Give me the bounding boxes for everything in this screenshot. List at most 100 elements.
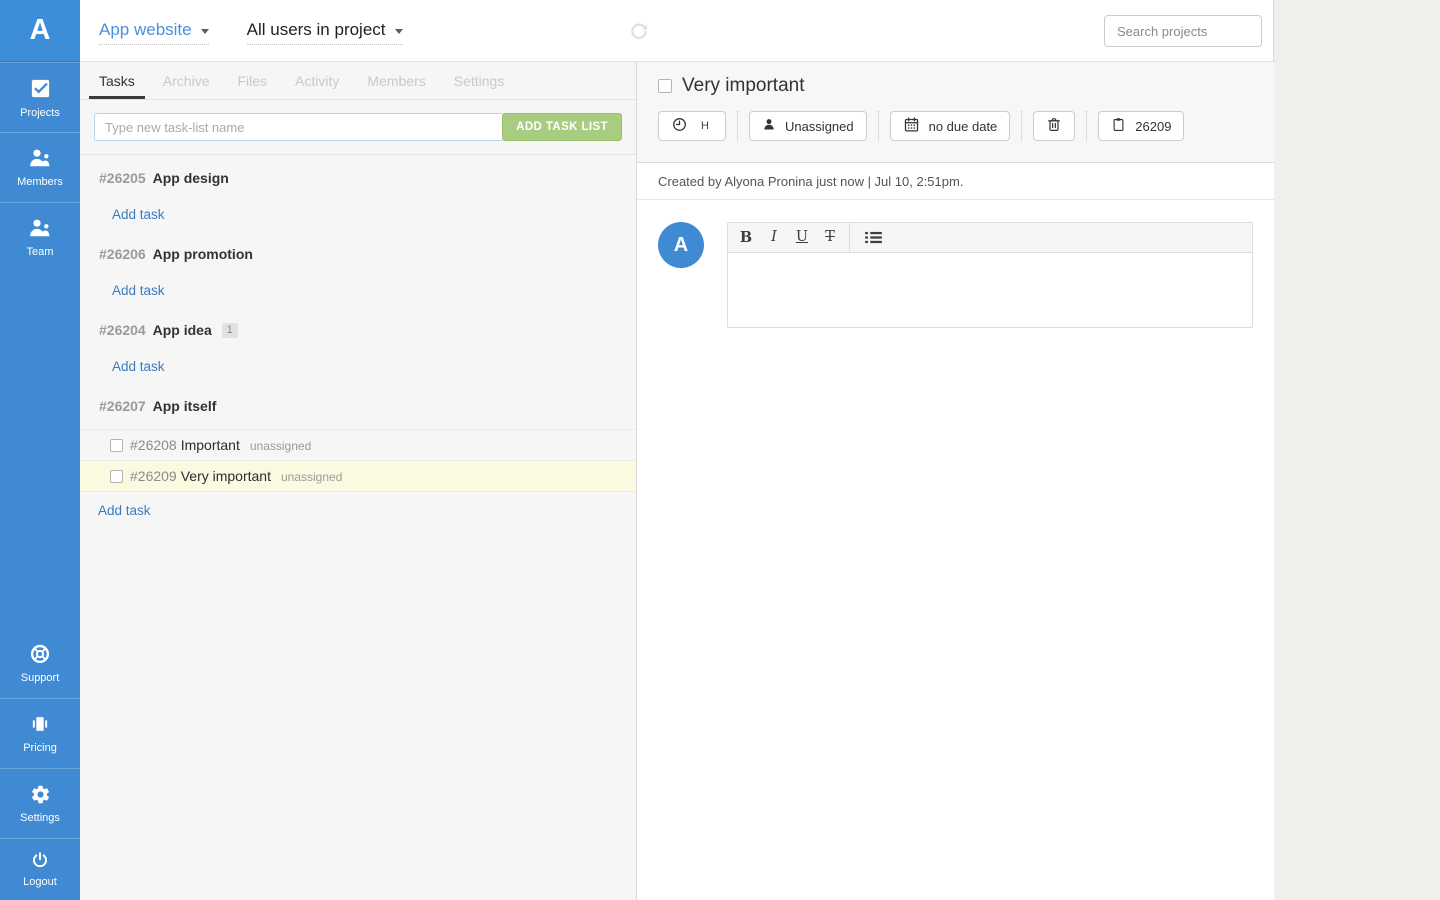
divider	[849, 222, 850, 253]
task-list-name[interactable]: App itself	[153, 398, 217, 414]
task-detail-checkbox[interactable]	[658, 79, 672, 93]
task-lists-panel: Tasks Archive Files Activity Members Set…	[80, 62, 637, 900]
divider	[736, 111, 738, 141]
due-date-label: no due date	[928, 118, 998, 134]
main-split: Tasks Archive Files Activity Members Set…	[80, 62, 1274, 900]
people-icon	[28, 147, 52, 169]
task-name[interactable]: Important	[181, 437, 240, 453]
task-action-bar: H Unassigned no due date 26209	[658, 111, 1253, 141]
time-label: H	[701, 120, 709, 132]
bullet-list-button[interactable]	[857, 231, 890, 244]
task-id: #26209	[130, 468, 177, 484]
person-icon	[762, 117, 776, 135]
tab-archive[interactable]: Archive	[153, 62, 220, 99]
sidebar-item-members[interactable]: Members	[0, 132, 80, 202]
comment-input[interactable]	[728, 253, 1252, 327]
due-date-button[interactable]: no due date	[889, 111, 1011, 141]
project-selector[interactable]: App website	[99, 20, 209, 45]
add-task-link[interactable]: Add task	[112, 207, 165, 222]
sidebar-item-label: Pricing	[23, 742, 57, 754]
task-detail-title: Very important	[682, 75, 805, 96]
sidebar-item-logout[interactable]: Logout	[0, 838, 80, 900]
task-checkbox[interactable]	[110, 469, 123, 483]
avatar-letter: A	[673, 233, 689, 256]
refresh-icon[interactable]	[629, 21, 649, 46]
tab-files[interactable]: Files	[227, 62, 277, 99]
tab-tasks[interactable]: Tasks	[89, 62, 145, 99]
sidebar-item-settings[interactable]: Settings	[0, 768, 80, 838]
tab-members[interactable]: Members	[357, 62, 435, 99]
user-filter-label: All users in project	[246, 20, 386, 39]
task-list-name[interactable]: App design	[153, 170, 229, 186]
task-list-block: #26207 App itself #26208 Important unass…	[80, 383, 636, 529]
bold-button[interactable]: B	[732, 223, 760, 252]
task-name[interactable]: Very important	[181, 468, 271, 484]
topbar: App website All users in project	[80, 0, 1273, 62]
chevron-down-icon	[200, 28, 209, 34]
add-task-link[interactable]: Add task	[112, 283, 165, 298]
panel-tabs: Tasks Archive Files Activity Members Set…	[80, 62, 636, 100]
sidebar-item-label: Members	[17, 176, 63, 188]
task-detail-panel: Very important H Unassigned no due date …	[637, 62, 1274, 900]
people-icon	[28, 217, 52, 239]
checkbox-icon	[29, 77, 52, 100]
italic-button[interactable]: I	[760, 223, 788, 252]
new-task-list-input[interactable]	[94, 113, 503, 141]
task-list-id: #26206	[99, 246, 146, 262]
task-list-id: #26204	[99, 322, 146, 338]
underline-button[interactable]: U	[788, 223, 816, 252]
task-assignee: unassigned	[249, 439, 312, 453]
sidebar-item-label: Projects	[20, 106, 60, 119]
logo-letter: A	[29, 14, 51, 46]
task-list-name[interactable]: App promotion	[153, 246, 253, 262]
add-task-row: Add task	[80, 491, 636, 529]
sidebar-item-label: Settings	[20, 811, 60, 824]
task-row[interactable]: #26208 Important unassigned	[80, 429, 636, 460]
divider	[1086, 111, 1088, 141]
tab-settings[interactable]: Settings	[444, 62, 515, 99]
task-list-block: #26205 App design Add task	[80, 155, 636, 231]
money-icon	[29, 713, 51, 735]
task-checkbox[interactable]	[110, 438, 123, 452]
content-area: App website All users in project Tasks A…	[80, 0, 1274, 900]
created-by-text: Created by Alyona Pronina just now | Jul…	[658, 174, 964, 189]
project-selector-label: App website	[99, 20, 192, 39]
trash-icon	[1046, 116, 1062, 136]
task-title-row: Very important	[658, 75, 1253, 97]
sidebar-item-support[interactable]: Support	[0, 628, 80, 698]
comment-area: A B I U T	[637, 200, 1274, 350]
add-task-list-button[interactable]: ADD TASK LIST	[502, 113, 622, 141]
add-task-link[interactable]: Add task	[98, 503, 151, 518]
task-number-button[interactable]: 26209	[1098, 111, 1185, 141]
delete-task-button[interactable]	[1033, 111, 1076, 141]
tab-activity[interactable]: Activity	[285, 62, 349, 99]
task-list-name[interactable]: App idea	[153, 322, 212, 338]
comment-editor: B I U T	[727, 222, 1253, 328]
search-input[interactable]	[1104, 15, 1262, 47]
clock-icon	[671, 116, 688, 136]
user-filter-selector[interactable]: All users in project	[246, 20, 403, 45]
new-task-list-row: ADD TASK LIST	[80, 100, 636, 155]
app-window: A Projects Members Team Support Pricing …	[0, 0, 1274, 900]
assignee-label: Unassigned	[784, 118, 854, 134]
task-list-id: #26207	[99, 398, 146, 414]
assignee-button[interactable]: Unassigned	[748, 111, 867, 141]
divider	[877, 111, 879, 141]
task-detail-header: Very important H Unassigned no due date …	[637, 62, 1274, 163]
clipboard-icon	[1111, 116, 1126, 136]
task-list-block: #26206 App promotion Add task	[80, 231, 636, 307]
task-list-header: #26204 App idea 1	[80, 307, 636, 338]
sidebar-item-team[interactable]: Team	[0, 202, 80, 272]
created-by-line: Created by Alyona Pronina just now | Jul…	[637, 163, 1274, 200]
chevron-down-icon	[394, 28, 403, 34]
sidebar-item-label: Team	[26, 246, 54, 258]
strikethrough-button[interactable]: T	[816, 223, 844, 252]
time-tracking-button[interactable]: H	[658, 111, 726, 141]
task-row-selected[interactable]: #26209 Very important unassigned	[80, 460, 636, 491]
sidebar-item-pricing[interactable]: Pricing	[0, 698, 80, 768]
sidebar-item-projects[interactable]: Projects	[0, 62, 80, 132]
add-task-link[interactable]: Add task	[112, 359, 165, 374]
avatar: A	[658, 222, 704, 268]
task-assignee: unassigned	[280, 470, 343, 484]
app-logo[interactable]: A	[0, 0, 80, 62]
